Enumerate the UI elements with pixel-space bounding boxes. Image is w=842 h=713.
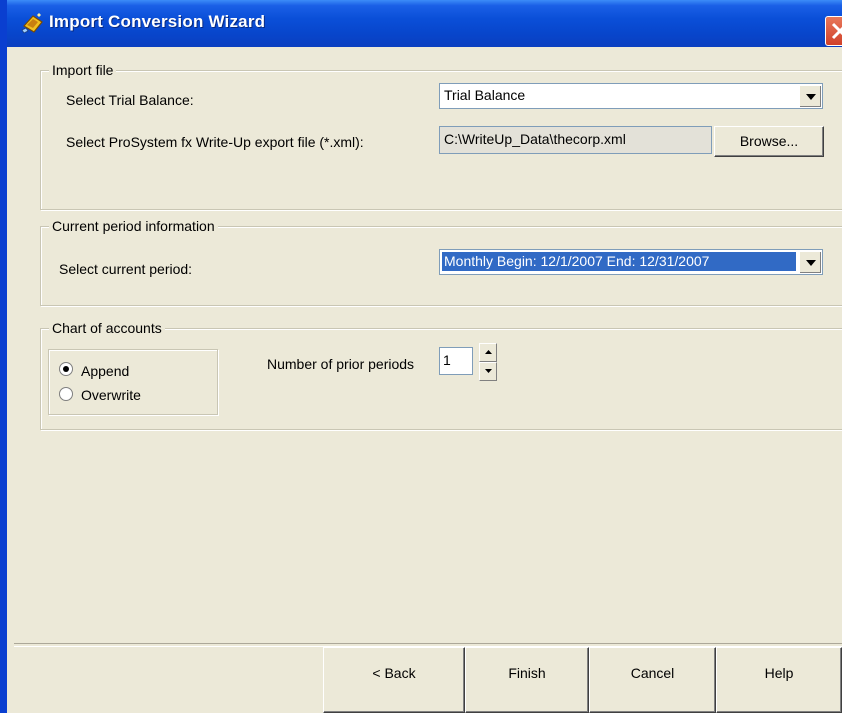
prior-periods-spinner bbox=[479, 343, 497, 381]
help-button-label: Help bbox=[764, 665, 794, 681]
append-radio-label[interactable]: Append bbox=[81, 363, 129, 379]
overwrite-radio[interactable] bbox=[59, 387, 73, 401]
export-file-path-value: C:\WriteUp_Data\thecorp.xml bbox=[444, 131, 626, 147]
window-title: Import Conversion Wizard bbox=[49, 12, 266, 31]
export-file-label: Select ProSystem fx Write-Up export file… bbox=[66, 134, 364, 150]
back-button-label: < Back bbox=[372, 665, 416, 681]
chevron-down-icon bbox=[806, 94, 816, 100]
close-button[interactable] bbox=[825, 16, 842, 46]
import-mode-box bbox=[48, 349, 218, 415]
trial-balance-label: Select Trial Balance: bbox=[66, 92, 194, 108]
wizard-body: Import file Select Trial Balance: Trial … bbox=[14, 47, 842, 713]
current-period-legend: Current period information bbox=[49, 218, 218, 234]
arrow-up-icon bbox=[485, 350, 492, 354]
export-file-path-field[interactable]: C:\WriteUp_Data\thecorp.xml bbox=[439, 126, 712, 154]
chart-of-accounts-legend: Chart of accounts bbox=[49, 320, 165, 336]
arrow-down-icon bbox=[485, 369, 492, 373]
import-file-legend: Import file bbox=[49, 62, 117, 78]
spin-up-button[interactable] bbox=[479, 343, 497, 362]
help-button[interactable]: Help bbox=[716, 647, 842, 713]
spin-down-button[interactable] bbox=[479, 362, 497, 381]
finish-button-label: Finish bbox=[508, 665, 546, 681]
trial-balance-select[interactable]: Trial Balance bbox=[439, 83, 823, 109]
browse-button-label: Browse... bbox=[739, 133, 799, 149]
wizard-app-icon bbox=[21, 13, 43, 34]
back-button[interactable]: < Back bbox=[323, 647, 465, 713]
trial-balance-dropdown-button[interactable] bbox=[799, 85, 821, 107]
radio-selected-dot bbox=[63, 366, 69, 372]
current-period-label: Select current period: bbox=[59, 261, 193, 277]
current-period-dropdown-button[interactable] bbox=[799, 251, 821, 273]
overwrite-radio-label[interactable]: Overwrite bbox=[81, 387, 141, 403]
cancel-button-label: Cancel bbox=[630, 665, 675, 681]
prior-periods-label: Number of prior periods bbox=[267, 356, 415, 372]
prior-periods-value: 1 bbox=[443, 352, 451, 368]
close-icon bbox=[831, 22, 842, 40]
finish-button[interactable]: Finish bbox=[465, 647, 589, 713]
chevron-down-icon bbox=[806, 260, 816, 266]
prior-periods-input[interactable]: 1 bbox=[439, 347, 473, 375]
current-period-value: Monthly Begin: 12/1/2007 End: 12/31/2007 bbox=[442, 252, 796, 271]
append-radio[interactable] bbox=[59, 362, 73, 376]
wizard-window: Import Conversion Wizard Import file Sel… bbox=[0, 0, 842, 713]
cancel-button[interactable]: Cancel bbox=[589, 647, 716, 713]
title-bar: Import Conversion Wizard bbox=[7, 0, 842, 47]
current-period-select[interactable]: Monthly Begin: 12/1/2007 End: 12/31/2007 bbox=[439, 249, 823, 275]
browse-button[interactable]: Browse... bbox=[714, 126, 824, 157]
trial-balance-value: Trial Balance bbox=[444, 87, 526, 103]
